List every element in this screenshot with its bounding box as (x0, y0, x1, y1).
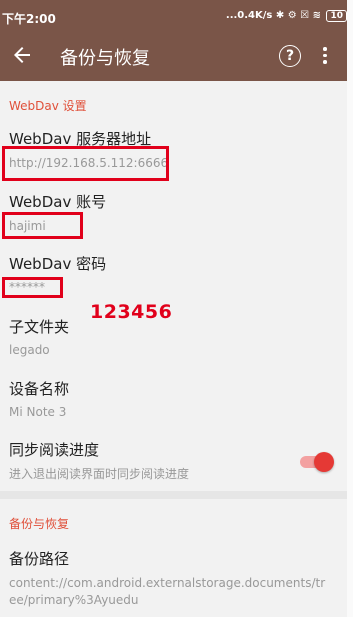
more-options-icon[interactable] (320, 45, 330, 69)
toggle-thumb (314, 452, 334, 472)
sync-progress-title: 同步阅读进度 (9, 441, 100, 459)
highlight-box-account (2, 212, 83, 239)
settings-list: WebDav 设置 WebDav 服务器地址 http://192.168.5.… (0, 81, 347, 617)
page-title: 备份与恢复 (60, 48, 150, 69)
status-icons: ...0.4K/s ✱ ⚙ ☒ ≋ 10 (226, 10, 347, 22)
status-time: 下午2:00 (2, 12, 56, 26)
subdir-title: 子文件夹 (9, 318, 70, 336)
status-indicators: ...0.4K/s ✱ ⚙ ☒ ≋ (225, 10, 321, 21)
screen-edge (347, 0, 353, 617)
sync-progress-toggle[interactable] (300, 452, 334, 472)
device-name-title: 设备名称 (9, 380, 70, 398)
webdav-account-title: WebDav 账号 (9, 193, 107, 211)
backup-path-value: content://com.android.externalstorage.do… (9, 576, 326, 607)
backup-section-title: 备份与恢复 (9, 517, 70, 531)
backup-path-title: 备份路径 (9, 550, 70, 568)
webdav-section-title: WebDav 设置 (9, 99, 87, 113)
device-name-value: Mi Note 3 (9, 405, 67, 419)
sync-progress-summary: 进入退出阅读界面时同步阅读进度 (9, 467, 190, 481)
help-icon[interactable]: ? (279, 45, 301, 67)
webdav-password-title: WebDav 密码 (9, 255, 107, 273)
highlight-box-password (2, 277, 63, 298)
section-divider (0, 491, 347, 499)
battery-icon: 10 (326, 10, 347, 22)
app-toolbar: 备份与恢复 ? (0, 33, 347, 81)
status-bar: 下午2:00 ...0.4K/s ✱ ⚙ ☒ ≋ 10 (0, 0, 353, 33)
back-arrow-icon[interactable] (10, 43, 34, 67)
highlight-box-server (2, 146, 169, 181)
password-annotation: 123456 (90, 301, 173, 323)
subdir-value: legado (9, 343, 50, 357)
